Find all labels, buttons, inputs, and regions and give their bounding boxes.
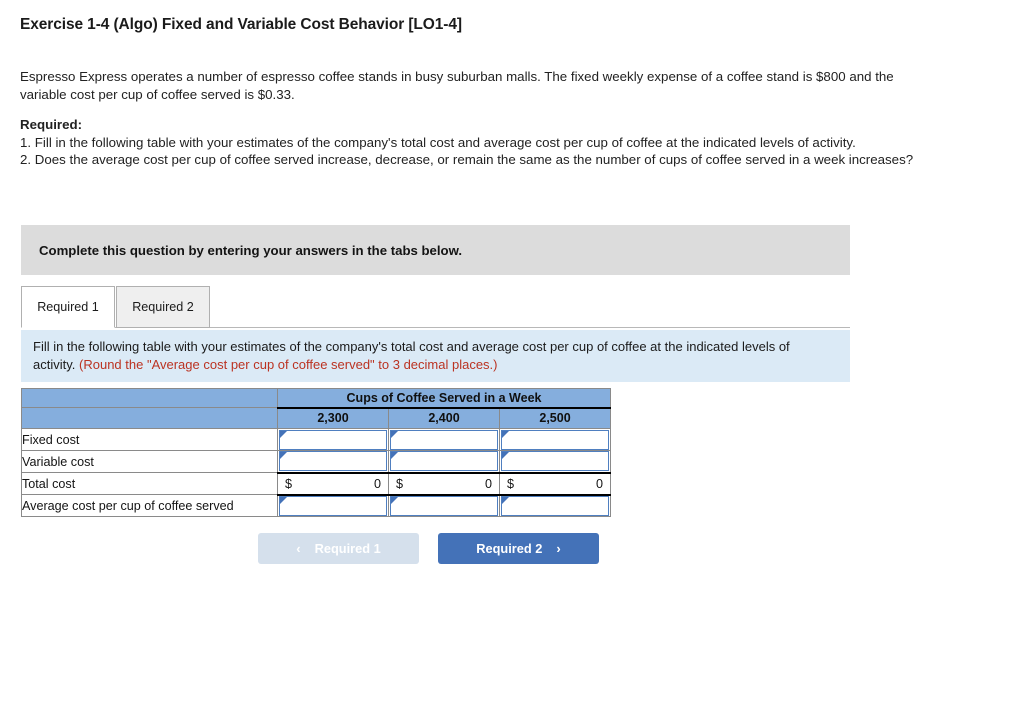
input-cell-variable-cost-2400[interactable]	[388, 450, 500, 473]
column-header-3: 2,500	[498, 407, 612, 429]
column-header-1: 2,300	[277, 407, 389, 429]
previous-required-1-button[interactable]: ‹ Required 1	[258, 533, 419, 564]
tab-required-1-label: Required 1	[37, 300, 99, 314]
input-field[interactable]	[279, 451, 387, 472]
input-cell-fixed-cost-2500[interactable]	[498, 428, 612, 451]
tab-required-2-label: Required 2	[132, 300, 194, 314]
input-field[interactable]	[390, 429, 498, 450]
page-title: Exercise 1-4 (Algo) Fixed and Variable C…	[20, 16, 462, 33]
previous-button-label: Required 1	[314, 541, 381, 556]
requirement-2-text: 2. Does the average cost per cup of coff…	[20, 152, 914, 167]
input-field[interactable]	[501, 451, 610, 472]
currency-symbol: $	[507, 476, 515, 491]
total-value: 0	[484, 476, 492, 491]
rounding-note: (Round the "Average cost per cup of coff…	[79, 357, 498, 372]
exercise-page: Exercise 1-4 (Algo) Fixed and Variable C…	[0, 0, 1024, 719]
row-label-average-cost: Average cost per cup of coffee served	[21, 494, 278, 517]
row-label-total-cost: Total cost	[21, 472, 278, 495]
table-group-header: Cups of Coffee Served in a Week	[276, 388, 612, 409]
input-field[interactable]	[390, 495, 498, 516]
currency-symbol: $	[285, 476, 293, 491]
table-row-total: Total cost $ 0 $ 0 $ 0	[21, 471, 612, 496]
table-corner-cell-lower	[21, 407, 278, 429]
tab-required-2[interactable]: Required 2	[116, 286, 210, 328]
total-cell-2300: $ 0	[277, 471, 389, 496]
tab-instruction-banner: Fill in the following table with your es…	[21, 330, 850, 382]
total-cell-2400: $ 0	[388, 471, 500, 496]
input-field[interactable]	[501, 429, 610, 450]
input-cell-average-cost-2400[interactable]	[388, 494, 500, 517]
total-value: 0	[373, 476, 381, 491]
cost-behavior-table: Cups of Coffee Served in a Week 2,300 2,…	[21, 388, 612, 517]
currency-symbol: $	[396, 476, 404, 491]
row-label-variable-cost: Variable cost	[21, 450, 278, 473]
next-button-label: Required 2	[476, 541, 543, 556]
input-cell-average-cost-2500[interactable]	[498, 494, 612, 517]
table-row: Variable cost	[21, 450, 612, 473]
input-field[interactable]	[279, 429, 387, 450]
chevron-left-icon: ‹	[296, 541, 301, 556]
instruction-banner-text: Complete this question by entering your …	[39, 242, 463, 258]
input-cell-fixed-cost-2400[interactable]	[388, 428, 500, 451]
input-cell-variable-cost-2500[interactable]	[498, 450, 612, 473]
instruction-banner: Complete this question by entering your …	[21, 225, 850, 275]
input-field[interactable]	[390, 451, 498, 472]
column-header-2: 2,400	[388, 407, 500, 429]
tab-bar: Required 1 Required 2	[21, 286, 850, 328]
tab-required-1[interactable]: Required 1	[21, 286, 115, 328]
tab-navigation: ‹ Required 1 Required 2 ›	[258, 533, 618, 565]
input-cell-average-cost-2300[interactable]	[277, 494, 389, 517]
row-label-fixed-cost: Fixed cost	[21, 428, 278, 451]
table-row: Average cost per cup of coffee served	[21, 494, 612, 517]
table-corner-cell	[21, 388, 278, 408]
input-cell-variable-cost-2300[interactable]	[277, 450, 389, 473]
input-field[interactable]	[501, 495, 610, 516]
table-row: Fixed cost	[21, 428, 612, 451]
total-cell-2500: $ 0	[498, 471, 612, 496]
total-value: 0	[596, 476, 604, 491]
problem-statement: Espresso Express operates a number of es…	[20, 68, 938, 169]
input-field[interactable]	[279, 495, 387, 516]
problem-paragraph: Espresso Express operates a number of es…	[20, 69, 894, 102]
table-group-header-row: Cups of Coffee Served in a Week	[21, 388, 612, 409]
input-cell-fixed-cost-2300[interactable]	[277, 428, 389, 451]
required-label: Required:	[20, 117, 83, 132]
requirement-1-text: 1. Fill in the following table with your…	[20, 134, 856, 150]
next-required-2-button[interactable]: Required 2 ›	[438, 533, 599, 564]
table-column-header-row: 2,300 2,400 2,500	[21, 407, 612, 429]
chevron-right-icon: ›	[556, 541, 561, 556]
tab-instruction-text: Fill in the following table with your es…	[33, 338, 833, 374]
